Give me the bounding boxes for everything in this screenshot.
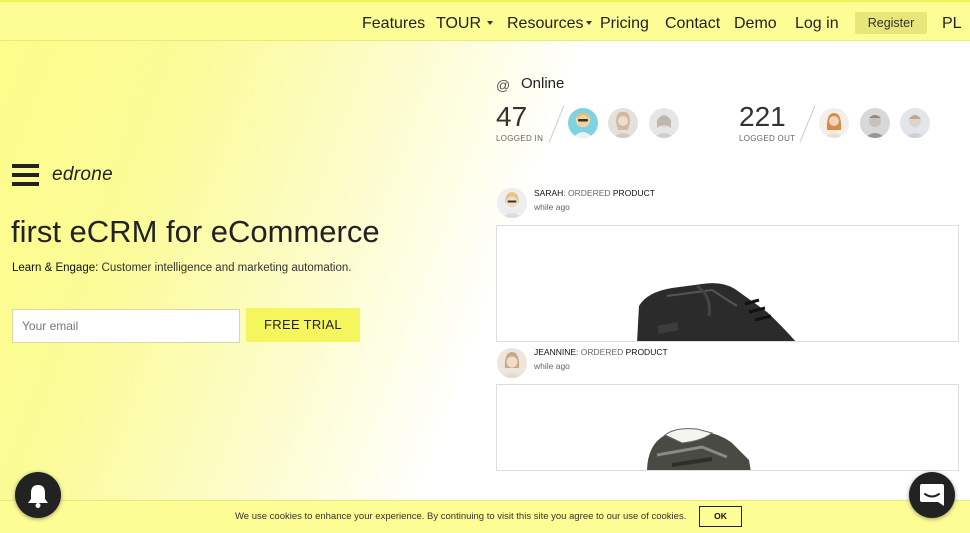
nav-demo[interactable]: Demo — [734, 15, 777, 33]
cookie-accept-button[interactable]: OK — [699, 506, 742, 527]
shoe-image — [647, 428, 751, 470]
chat-icon — [920, 484, 944, 506]
cookie-message: We use cookies to enhance your experienc… — [235, 511, 687, 522]
nav-features[interactable]: Features — [362, 15, 425, 33]
feed-event-text: JEANNINE: ORDERED PRODUCT — [534, 347, 668, 357]
product-card[interactable] — [496, 384, 959, 471]
nav-pricing[interactable]: Pricing — [600, 15, 649, 33]
event-object[interactable]: PRODUCT — [613, 188, 655, 198]
nav-tour-label: TOUR — [436, 15, 482, 32]
avatar[interactable] — [860, 108, 890, 138]
register-button[interactable]: Register — [855, 12, 927, 34]
nav-contact[interactable]: Contact — [665, 15, 720, 33]
divider — [548, 105, 565, 143]
event-object[interactable]: PRODUCT — [626, 347, 668, 357]
avatar[interactable] — [497, 188, 527, 218]
chat-button[interactable] — [909, 472, 955, 518]
divider — [799, 105, 816, 143]
event-timestamp: while ago — [534, 202, 570, 212]
subtitle-bold: Learn & Engage: — [12, 262, 99, 274]
avatar[interactable] — [608, 108, 638, 138]
customer-name: SARAH — [534, 188, 564, 198]
avatar[interactable] — [900, 108, 930, 138]
avatar[interactable] — [819, 108, 849, 138]
nav-tour[interactable]: TOUR — [436, 15, 494, 33]
nav-login[interactable]: Log in — [795, 15, 839, 33]
logged-in-count: 47 — [496, 101, 528, 132]
event-verb: : ORDERED — [563, 188, 613, 198]
at-sign-icon: @ — [496, 77, 511, 93]
email-field[interactable] — [12, 309, 240, 343]
top-navigation-bar: Features TOUR Resources Pricing Contact … — [0, 0, 970, 41]
bell-icon — [28, 485, 48, 508]
notifications-button[interactable] — [15, 472, 61, 518]
nav-resources[interactable]: Resources — [507, 15, 593, 33]
logged-in-label: LOGGED IN — [496, 134, 544, 143]
nav-resources-label: Resources — [507, 15, 584, 32]
chevron-down-icon — [586, 20, 593, 25]
event-timestamp: while ago — [534, 361, 570, 371]
subtitle-rest: Customer intelligence and marketing auto… — [98, 262, 352, 274]
logged-out-count: 221 — [739, 101, 786, 132]
shoe-image — [637, 283, 796, 341]
logged-out-label: LOGGED OUT — [739, 134, 796, 143]
hamburger-icon[interactable] — [12, 164, 39, 186]
cookie-banner: We use cookies to enhance your experienc… — [0, 500, 970, 533]
free-trial-button[interactable]: FREE TRIAL — [246, 308, 360, 342]
event-verb: : ORDERED — [576, 347, 626, 357]
avatar[interactable] — [649, 108, 679, 138]
logo[interactable]: edrone — [12, 164, 113, 186]
customer-name: JEANNINE — [534, 347, 577, 357]
hero-subtitle: Learn & Engage: Customer intelligence an… — [12, 262, 351, 274]
brand-name: edrone — [52, 164, 113, 185]
online-title: Online — [521, 75, 565, 92]
product-card[interactable] — [496, 225, 959, 342]
avatar[interactable] — [497, 348, 527, 378]
language-switch[interactable]: PL — [942, 15, 962, 33]
page-title: first eCRM for eCommerce — [11, 214, 380, 249]
avatar[interactable] — [568, 108, 598, 138]
feed-event-text: SARAH: ORDERED PRODUCT — [534, 188, 655, 198]
chevron-down-icon — [487, 20, 494, 25]
